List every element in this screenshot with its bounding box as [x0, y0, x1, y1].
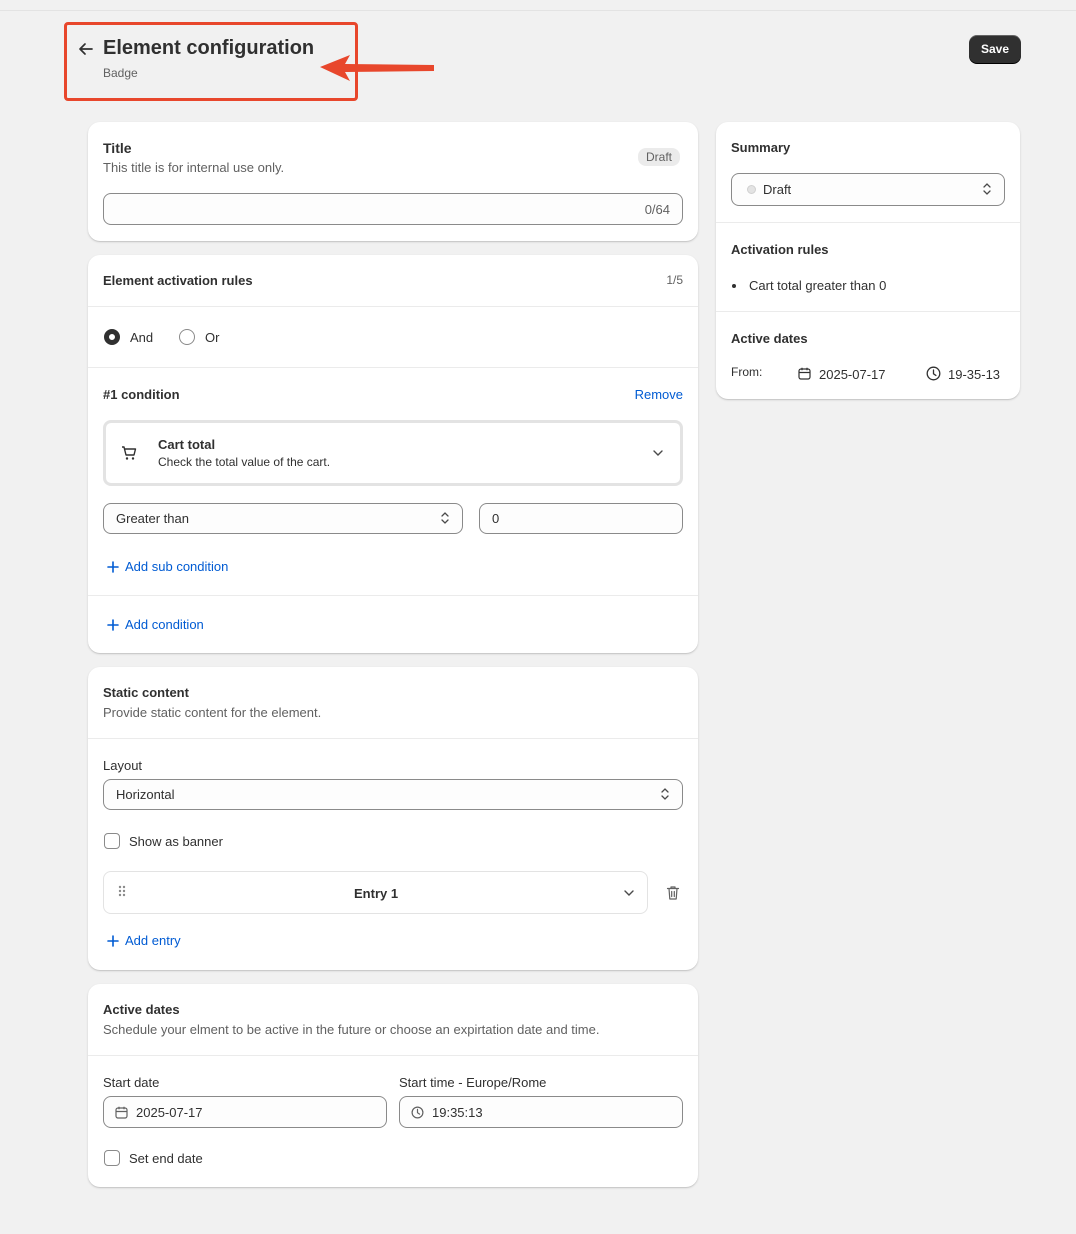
- rules-count: 1/5: [666, 273, 683, 287]
- condition-type-title: Cart total: [158, 437, 216, 452]
- page-subtitle: Badge: [103, 66, 138, 80]
- show-as-banner-checkbox[interactable]: [104, 833, 120, 849]
- layout-label: Layout: [103, 758, 143, 773]
- entry-label: Entry 1: [354, 886, 399, 901]
- divider: [88, 738, 698, 739]
- plus-icon: [107, 935, 119, 947]
- title-card: Title This title is for internal use onl…: [88, 122, 698, 241]
- condition-type-desc: Check the total value of the cart.: [158, 455, 331, 469]
- add-entry-button[interactable]: Add entry: [107, 932, 227, 950]
- add-sub-condition-label: Add sub condition: [125, 559, 229, 574]
- add-entry-label: Add entry: [125, 933, 181, 948]
- status-select-value: Draft: [763, 182, 792, 197]
- select-arrows-icon: [661, 788, 669, 800]
- calendar-icon: [115, 1106, 128, 1119]
- trash-icon[interactable]: [666, 885, 680, 901]
- add-condition-button[interactable]: Add condition: [107, 616, 247, 634]
- cart-icon: [122, 446, 137, 460]
- from-label: From:: [731, 365, 763, 379]
- radio-or[interactable]: [179, 329, 195, 345]
- radio-or-label: Or: [205, 330, 220, 345]
- static-content-card: Static content Provide static content fo…: [88, 667, 698, 970]
- arrow-left-icon[interactable]: [76, 39, 96, 59]
- set-end-date-checkbox[interactable]: [104, 1150, 120, 1166]
- chevron-down-icon: [624, 890, 634, 896]
- summary-rule-item: Cart total greater than 0: [749, 278, 887, 293]
- layout-select[interactable]: Horizontal: [103, 779, 683, 810]
- summary-dates-heading: Active dates: [731, 331, 808, 346]
- summary-heading: Summary: [731, 140, 791, 155]
- condition-type-select[interactable]: Cart total Check the total value of the …: [103, 420, 683, 486]
- summary-rules-heading: Activation rules: [731, 242, 829, 257]
- annotation-arrow-icon: [320, 55, 434, 81]
- status-dot-icon: [747, 185, 756, 194]
- rules-heading: Element activation rules: [103, 273, 253, 288]
- remove-condition-link[interactable]: Remove: [635, 387, 683, 402]
- page-title: Element configuration: [103, 37, 315, 59]
- dates-heading: Active dates: [103, 1002, 180, 1017]
- divider: [88, 367, 698, 368]
- plus-icon: [107, 619, 119, 631]
- radio-and-label: And: [130, 330, 154, 345]
- title-heading: Title: [103, 140, 132, 156]
- add-sub-condition-button[interactable]: Add sub condition: [107, 558, 267, 576]
- divider: [88, 595, 698, 596]
- operator-select[interactable]: Greater than: [103, 503, 463, 534]
- radio-and[interactable]: [104, 329, 120, 345]
- add-condition-label: Add condition: [125, 617, 204, 632]
- layout-select-value: Horizontal: [116, 787, 175, 802]
- start-time-label: Start time - Europe/Rome: [399, 1075, 547, 1090]
- operator-select-value: Greater than: [116, 511, 189, 526]
- amount-input-value: 0: [492, 511, 500, 526]
- save-button[interactable]: Save: [969, 35, 1021, 63]
- select-arrows-icon: [983, 183, 991, 195]
- select-arrows-icon: [441, 512, 449, 524]
- start-time-input[interactable]: 19:35:13: [399, 1096, 683, 1128]
- start-date-input[interactable]: 2025-07-17: [103, 1096, 387, 1128]
- start-date-label: Start date: [103, 1075, 160, 1090]
- start-date-value: 2025-07-17: [136, 1105, 203, 1120]
- char-counter: 0/64: [644, 202, 670, 217]
- bullet-icon: [732, 284, 736, 288]
- dates-help-text: Schedule your elment to be active in the…: [103, 1022, 600, 1037]
- title-help-text: This title is for internal use only.: [103, 160, 285, 175]
- activation-rules-card: Element activation rules 1/5 And Or #1 c…: [88, 255, 698, 653]
- divider: [716, 311, 1020, 312]
- annotation-highlight-box: [64, 22, 358, 101]
- amount-input[interactable]: 0: [479, 503, 683, 534]
- static-help-text: Provide static content for the element.: [103, 705, 322, 720]
- set-end-date-label: Set end date: [129, 1151, 203, 1166]
- from-date: 2025-07-17: [819, 367, 886, 382]
- entry-row[interactable]: Entry 1: [103, 871, 648, 914]
- from-time: 19-35-13: [948, 367, 1001, 382]
- clock-icon: [926, 366, 941, 381]
- active-dates-card: Active dates Schedule your elment to be …: [88, 984, 698, 1187]
- calendar-icon: [798, 367, 811, 380]
- top-divider: [0, 10, 1076, 11]
- condition-heading: #1 condition: [103, 387, 180, 402]
- status-select[interactable]: Draft: [731, 173, 1005, 206]
- summary-card: Summary Draft Activation rules Cart tota…: [716, 122, 1020, 399]
- start-time-value: 19:35:13: [432, 1105, 483, 1120]
- static-heading: Static content: [103, 685, 189, 700]
- divider: [88, 1055, 698, 1056]
- show-as-banner-label: Show as banner: [129, 834, 223, 849]
- title-input[interactable]: 0/64: [103, 193, 683, 225]
- clock-icon: [411, 1106, 424, 1119]
- divider: [716, 222, 1020, 223]
- plus-icon: [107, 561, 119, 573]
- drag-handle-icon[interactable]: [117, 884, 127, 898]
- status-badge: Draft: [638, 148, 681, 166]
- chevron-down-icon: [653, 450, 663, 456]
- divider: [88, 306, 698, 307]
